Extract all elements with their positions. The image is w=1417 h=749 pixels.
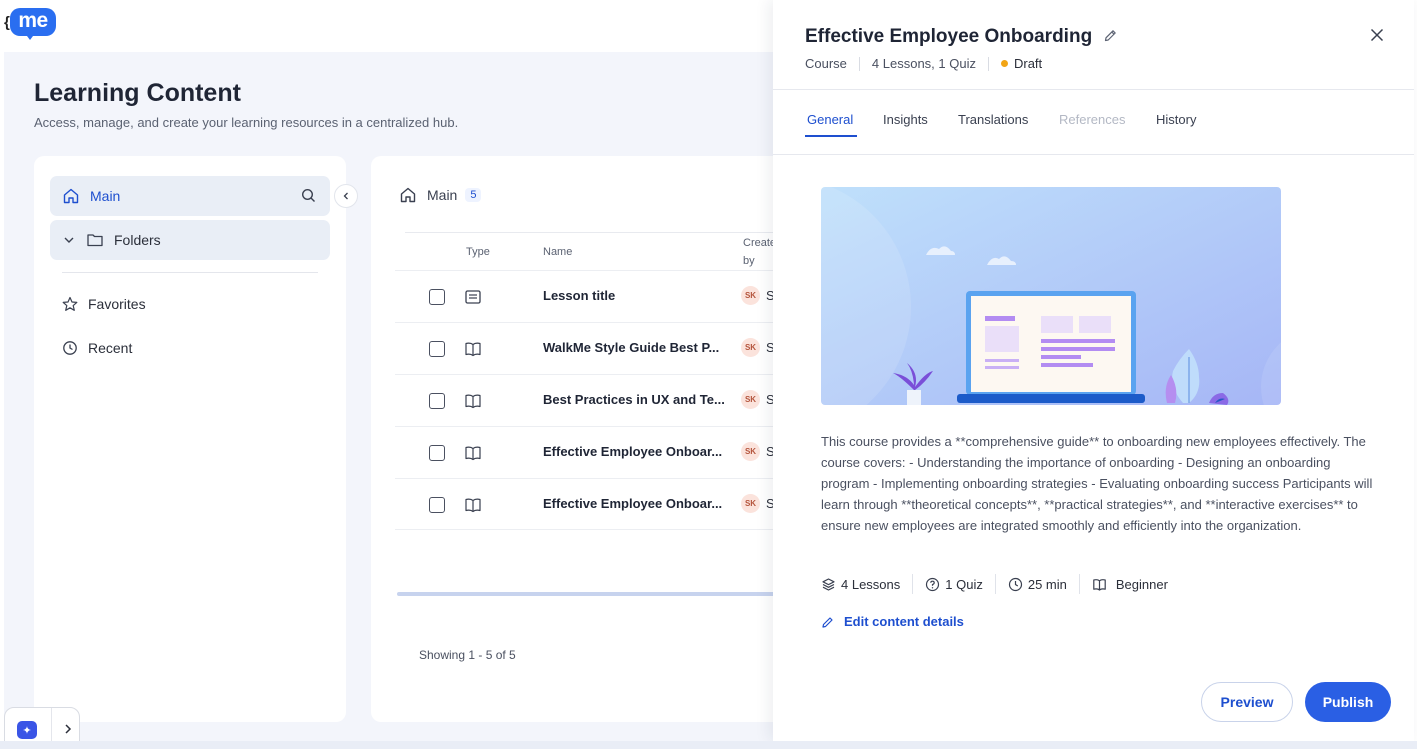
divider	[62, 272, 318, 273]
page-subtitle: Access, manage, and create your learning…	[34, 115, 459, 130]
duration-stat: 25 min	[1008, 577, 1067, 592]
content-type: Course	[805, 56, 847, 71]
book-icon	[465, 394, 481, 409]
row-name: Effective Employee Onboar...	[543, 496, 723, 511]
book-icon	[465, 342, 481, 357]
sidebar-item-recent[interactable]: Recent	[62, 340, 132, 356]
avatar: SK	[741, 286, 760, 305]
book-icon	[1093, 578, 1106, 591]
column-header-created-by[interactable]: Create	[743, 237, 776, 249]
table-row[interactable]: Effective Employee Onboar... SK S	[395, 478, 791, 530]
layers-icon	[822, 577, 835, 591]
column-header-created-by-line2: by	[743, 255, 755, 267]
tab-history[interactable]: History	[1156, 112, 1196, 127]
row-checkbox[interactable]	[429, 445, 445, 461]
avatar: SK	[741, 442, 760, 461]
divider	[773, 154, 1414, 155]
table-row[interactable]: WalkMe Style Guide Best P... SK S	[395, 322, 791, 374]
row-name: Lesson title	[543, 288, 616, 303]
breadcrumb: Main 5	[399, 186, 482, 204]
tab-references: References	[1059, 112, 1126, 127]
sidebar-item-folders[interactable]: Folders	[50, 220, 330, 260]
row-checkbox[interactable]	[429, 289, 445, 305]
close-icon[interactable]	[1369, 27, 1385, 43]
row-checkbox[interactable]	[429, 341, 445, 357]
pagination-status: Showing 1 - 5 of 5	[419, 648, 516, 662]
collapse-sidebar-button[interactable]	[334, 184, 358, 208]
sidebar-item-favorites[interactable]: Favorites	[62, 296, 146, 312]
sidebar-item-label: Recent	[88, 340, 133, 356]
column-header-type[interactable]: Type	[466, 246, 490, 258]
chevron-down-icon[interactable]	[62, 233, 76, 247]
column-header-name[interactable]: Name	[543, 246, 572, 258]
bottom-edge	[0, 741, 1417, 749]
quiz-stat: 1 Quiz	[925, 577, 983, 592]
tab-translations[interactable]: Translations	[958, 112, 1028, 127]
edit-content-details-link[interactable]: Edit content details	[821, 614, 964, 629]
avatar: SK	[741, 494, 760, 513]
divider	[405, 232, 785, 233]
sidebar-panel: Main Folders Favorites Recent	[34, 156, 346, 722]
publish-button[interactable]: Publish	[1305, 682, 1391, 722]
sidebar-item-label: Favorites	[88, 296, 146, 312]
avatar: SK	[741, 338, 760, 357]
horizontal-scrollbar[interactable]	[397, 592, 787, 596]
table-row[interactable]: Effective Employee Onboar... SK S	[395, 426, 791, 478]
walkme-logo[interactable]: { me	[4, 6, 56, 40]
sidebar-item-label: Folders	[114, 232, 161, 248]
folder-icon	[87, 234, 103, 247]
drawer-title: Effective Employee Onboarding	[805, 26, 1093, 47]
home-icon	[400, 187, 416, 203]
active-tab-indicator	[805, 135, 857, 137]
status-badge: Draft	[1013, 56, 1043, 71]
tab-insights[interactable]: Insights	[883, 112, 928, 127]
course-cover-illustration	[821, 187, 1281, 405]
sidebar-item-main[interactable]: Main	[50, 176, 330, 216]
status-dot	[1000, 60, 1008, 67]
row-name: WalkMe Style Guide Best P...	[543, 340, 720, 355]
avatar: SK	[741, 390, 760, 409]
question-circle-icon	[926, 577, 940, 591]
course-description: This course provides a **comprehensive g…	[821, 434, 1373, 533]
row-checkbox[interactable]	[429, 393, 445, 409]
table-row[interactable]: Best Practices in UX and Te... SK S	[395, 374, 791, 426]
content-details-drawer: Effective Employee Onboarding Course 4 L…	[773, 0, 1414, 741]
lessons-stat: 4 Lessons	[821, 577, 900, 592]
content-list-panel: Main 5 Type Name Create by Lesson title …	[371, 156, 791, 722]
level-stat: Beginner	[1092, 577, 1168, 592]
tab-general[interactable]: General	[807, 112, 853, 127]
breadcrumb-label[interactable]: Main	[427, 187, 457, 203]
clock-icon	[63, 341, 77, 355]
book-icon	[465, 498, 481, 513]
row-name: Effective Employee Onboar...	[543, 444, 723, 459]
sidebar-item-label: Main	[90, 188, 121, 204]
content-meta: Course 4 Lessons, 1 Quiz Draft	[805, 56, 1042, 71]
lesson-icon	[465, 290, 481, 304]
table-row[interactable]: Lesson title SK S	[395, 270, 791, 322]
divider	[773, 89, 1414, 90]
course-stats: 4 Lessons 1 Quiz 25 min Beginner	[821, 574, 1168, 594]
chevron-left-icon	[343, 192, 348, 200]
count-badge: 5	[465, 188, 482, 202]
content-summary: 4 Lessons, 1 Quiz	[871, 56, 976, 71]
book-icon	[465, 446, 481, 461]
page-title: Learning Content	[34, 79, 241, 107]
star-icon	[62, 296, 78, 311]
pencil-icon	[822, 616, 833, 628]
row-checkbox[interactable]	[429, 497, 445, 513]
pencil-icon[interactable]	[1103, 28, 1118, 43]
timer-icon	[1008, 577, 1022, 591]
sparkle-icon[interactable]: ✦	[17, 721, 37, 739]
chevron-right-icon[interactable]	[61, 722, 75, 736]
search-icon[interactable]	[301, 188, 316, 203]
row-name: Best Practices in UX and Te...	[543, 392, 725, 407]
preview-button[interactable]: Preview	[1201, 682, 1293, 722]
home-icon	[63, 188, 79, 204]
